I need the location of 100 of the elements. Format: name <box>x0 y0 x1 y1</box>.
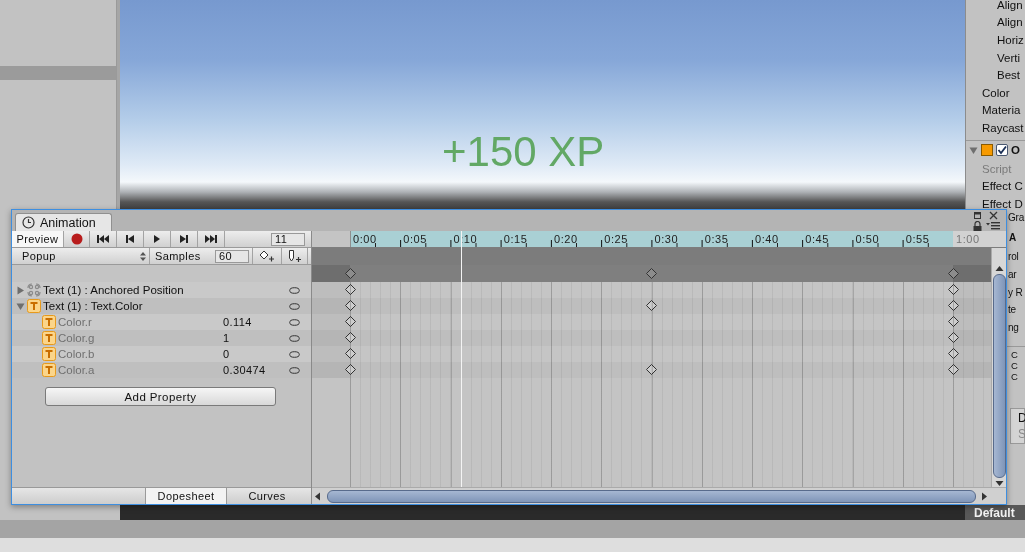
transform-icon <box>27 283 41 297</box>
time-label: 1:00 <box>956 233 980 245</box>
clock-icon <box>22 216 35 229</box>
keyframe-marker[interactable] <box>646 268 657 279</box>
ellipse-icon[interactable] <box>289 350 300 358</box>
up-arrow-icon[interactable] <box>994 265 1004 272</box>
ellipse-icon[interactable] <box>289 334 300 342</box>
text-component-icon <box>27 299 41 313</box>
keyframe-marker[interactable] <box>947 300 959 311</box>
keyframe-marker[interactable] <box>344 268 356 279</box>
view-tab[interactable]: Dopesheet <box>145 488 226 504</box>
property-label[interactable]: Text (1) : Text.Color <box>43 300 143 312</box>
time-label: 0:30 <box>654 233 679 245</box>
property-value: 1 <box>223 332 231 344</box>
add-keyframe-button[interactable] <box>252 248 282 264</box>
enabled-checkbox[interactable] <box>996 144 1008 157</box>
time-label: 0:00 <box>353 233 377 245</box>
field-label: Effect D <box>982 197 1023 210</box>
ellipse-icon[interactable] <box>289 318 300 326</box>
field-label: Horiz <box>997 34 1024 46</box>
field-label: ar <box>1008 269 1017 280</box>
keyframe-marker[interactable] <box>947 284 959 295</box>
field-label: C <box>1011 371 1018 383</box>
time-label: 0:15 <box>503 233 528 245</box>
left-arrow-icon[interactable] <box>314 491 321 501</box>
scrollbar-thumb[interactable] <box>327 489 976 503</box>
keyframe-marker[interactable] <box>344 316 356 327</box>
updown-arrow-icon <box>140 251 146 261</box>
keyframe-marker[interactable] <box>344 300 356 311</box>
keyframe-marker[interactable] <box>646 364 657 375</box>
field-label: Effect C <box>982 180 1023 193</box>
marker-plus-icon <box>287 249 302 263</box>
foldout-triangle-icon[interactable] <box>16 285 25 295</box>
field-label: y R <box>1008 286 1023 298</box>
samples-field[interactable]: 60 <box>215 249 249 263</box>
text-component-icon <box>42 331 56 345</box>
field-label: Best <box>997 69 1020 82</box>
ellipse-icon[interactable] <box>289 286 300 294</box>
keyframe-marker[interactable] <box>344 364 356 375</box>
time-label: 0:20 <box>554 233 578 245</box>
skip-end-icon <box>205 234 217 244</box>
text-component-icon <box>42 363 56 377</box>
keyframe-marker[interactable] <box>646 300 657 311</box>
time-label: 0:35 <box>704 233 729 245</box>
lock-icon[interactable] <box>973 220 982 231</box>
foldout-triangle-icon[interactable] <box>969 145 978 155</box>
down-arrow-icon[interactable] <box>994 480 1004 487</box>
view-tab[interactable]: Curves <box>226 488 307 504</box>
time-label: 0:25 <box>604 233 629 245</box>
samples-label: Samples <box>154 249 202 264</box>
field-label: Gra <box>1008 211 1025 223</box>
clip-dropdown[interactable]: Popup <box>12 248 150 264</box>
scrollbar-thumb[interactable] <box>992 274 1006 478</box>
keyframe-marker[interactable] <box>344 332 356 343</box>
keyframe-marker[interactable] <box>947 316 959 327</box>
time-label: 0:40 <box>755 233 779 245</box>
field-label: Script <box>982 162 1012 175</box>
ellipse-icon[interactable] <box>289 302 300 310</box>
diamond-plus-icon <box>259 250 275 262</box>
preview-button[interactable]: Preview <box>12 231 64 247</box>
keyframe-marker[interactable] <box>947 332 959 343</box>
field-label: ng <box>1008 321 1019 333</box>
field-label: Align <box>997 0 1023 11</box>
vertical-scrollbar[interactable] <box>991 248 1006 487</box>
text-component-icon <box>42 347 56 361</box>
menu-icon[interactable] <box>986 221 1000 230</box>
field-label: Raycast <box>982 121 1024 134</box>
ellipse-icon[interactable] <box>289 366 300 374</box>
playhead-line[interactable] <box>460 231 462 487</box>
time-label: 0:05 <box>403 233 428 245</box>
field-label: Color <box>982 86 1010 99</box>
property-value: 0.114 <box>223 316 253 328</box>
add-property-button[interactable]: Add Property <box>45 387 276 406</box>
time-label: 0:50 <box>855 233 880 245</box>
frame-field[interactable]: 11 <box>271 232 305 246</box>
property-value: 0.30474 <box>223 364 267 376</box>
record-icon <box>70 233 83 245</box>
text-component-icon <box>42 315 56 329</box>
horizontal-scrollbar[interactable] <box>312 487 1006 504</box>
maximize-icon[interactable] <box>974 211 981 219</box>
property-value: 0 <box>223 348 231 360</box>
close-icon[interactable] <box>988 210 998 220</box>
component-title: A <box>1009 231 1017 243</box>
field-label: Materia <box>982 104 1021 117</box>
layout-label[interactable]: Default <box>965 505 1025 520</box>
right-arrow-icon[interactable] <box>981 491 988 501</box>
field-label: S <box>1018 427 1024 442</box>
time-label: 0:10 <box>453 233 478 245</box>
overlay-text: +150 XP <box>442 127 605 177</box>
step-back-icon <box>126 234 134 244</box>
window-tab[interactable]: Animation <box>15 213 112 231</box>
keyframe-marker[interactable] <box>947 268 959 279</box>
keyframe-marker[interactable] <box>344 348 356 359</box>
keyframe-marker[interactable] <box>947 348 959 359</box>
foldout-triangle-icon[interactable] <box>16 301 25 311</box>
keyframe-marker[interactable] <box>344 284 356 295</box>
keyframe-marker[interactable] <box>947 364 959 375</box>
play-icon <box>153 234 161 244</box>
step-forward-icon <box>180 234 188 244</box>
field-label: Verti <box>997 51 1020 64</box>
